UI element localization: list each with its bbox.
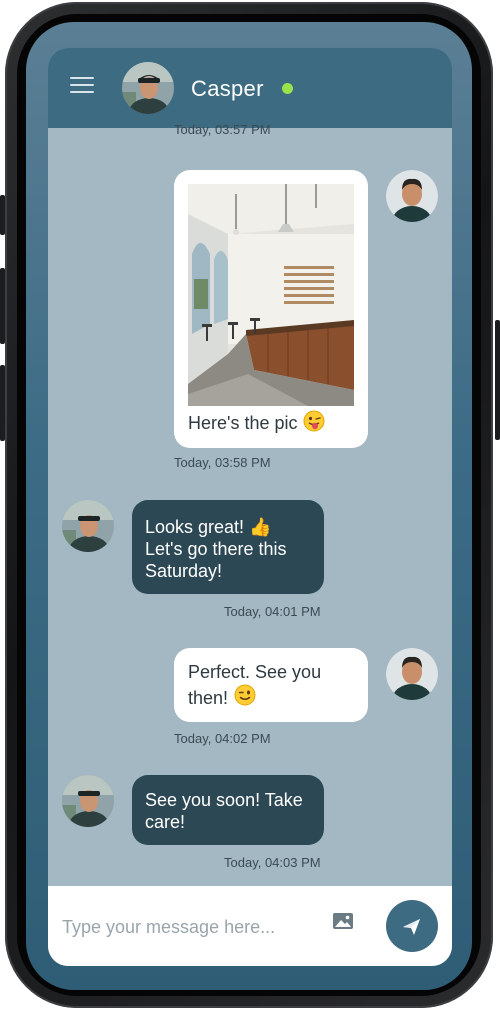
online-status-indicator	[282, 83, 293, 94]
message-line: Looks great! 👍	[145, 517, 272, 537]
contact-avatar[interactable]	[62, 500, 114, 552]
outgoing-message-bubble[interactable]: Perfect. See you then!	[174, 648, 368, 722]
send-button[interactable]	[386, 900, 438, 952]
winking-face-icon	[234, 684, 256, 712]
image-caption: Here's the pic	[188, 410, 325, 438]
side-button-power	[495, 320, 500, 440]
incoming-message-bubble[interactable]: See you soon! Take care!	[132, 775, 324, 845]
message-composer	[48, 886, 452, 966]
message-line: Let's go there this	[145, 539, 287, 559]
phone-screen: Casper Today, 03:57 PM Here's the pic To…	[26, 22, 472, 990]
shared-photo[interactable]	[188, 184, 354, 406]
outgoing-message-bubble[interactable]: Here's the pic	[174, 170, 368, 448]
message-timestamp: Today, 03:58 PM	[174, 455, 271, 470]
message-timestamp: Today, 03:57 PM	[174, 122, 271, 137]
side-button-volume-up	[0, 268, 5, 344]
image-icon[interactable]	[332, 912, 358, 936]
send-icon	[403, 919, 420, 935]
message-input[interactable]	[60, 908, 334, 946]
message-line: Perfect. See you	[188, 662, 322, 682]
message-timestamp: Today, 04:01 PM	[224, 604, 321, 619]
hamburger-menu-icon[interactable]	[70, 77, 94, 95]
message-line: then!	[188, 688, 229, 708]
my-avatar[interactable]	[386, 648, 438, 700]
side-button-mute	[0, 195, 5, 235]
side-button-volume-down	[0, 365, 5, 441]
message-list[interactable]: Today, 03:57 PM Here's the pic Today, 03…	[48, 122, 452, 886]
message-line: care!	[145, 812, 186, 832]
face-with-tongue-icon	[303, 410, 325, 438]
chat-panel: Casper Today, 03:57 PM Here's the pic To…	[48, 48, 452, 966]
message-timestamp: Today, 04:03 PM	[224, 855, 321, 870]
message-line: See you soon! Take	[145, 790, 303, 810]
caption-text: Here's the pic	[188, 412, 298, 433]
contact-avatar[interactable]	[122, 62, 174, 114]
contact-avatar[interactable]	[62, 775, 114, 827]
chat-header: Casper	[48, 48, 452, 128]
message-line: Saturday!	[145, 561, 223, 581]
contact-name: Casper	[191, 76, 264, 101]
message-timestamp: Today, 04:02 PM	[174, 731, 271, 746]
incoming-message-bubble[interactable]: Looks great! 👍 Let's go there this Satur…	[132, 500, 324, 594]
my-avatar[interactable]	[386, 170, 438, 222]
